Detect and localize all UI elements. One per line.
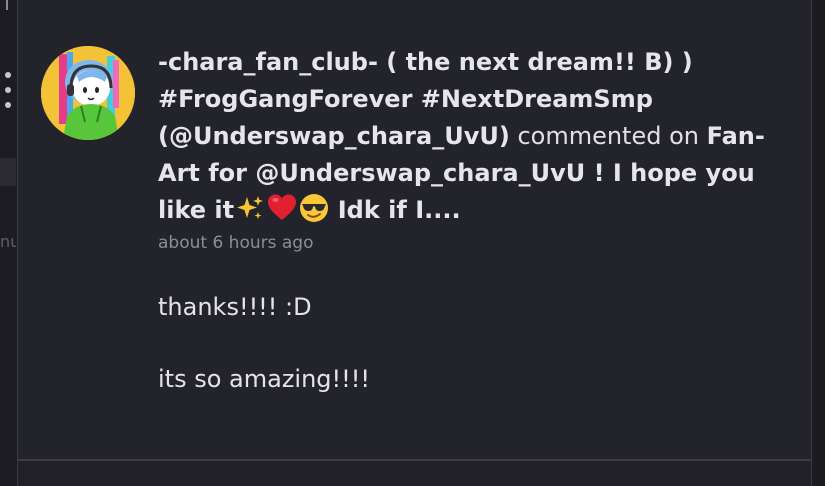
- red-heart-emoji-icon: [268, 194, 297, 220]
- notification-content: -chara_fan_club- ( the next dream!! B) )…: [158, 44, 778, 433]
- notification-headline[interactable]: -chara_fan_club- ( the next dream!! B) )…: [158, 44, 778, 229]
- avatar[interactable]: [41, 46, 135, 140]
- comment-line: thanks!!!! :D: [158, 293, 312, 321]
- sidebar-selected-row[interactable]: [0, 158, 16, 186]
- comment-line: its so amazing!!!!: [158, 365, 371, 393]
- sidebar-text-fragment: nu: [0, 232, 16, 251]
- next-notification-card[interactable]: [17, 461, 812, 486]
- avatar-image: [41, 46, 135, 140]
- notification-page: nu -chara_fan_club- (the next dream!! B…: [0, 0, 825, 486]
- more-options-icon[interactable]: [3, 72, 13, 108]
- notification-timestamp: about 6 hours ago: [158, 233, 314, 253]
- sidebar-edge-tick: [6, 0, 8, 10]
- sunglasses-face-emoji-icon: [300, 194, 329, 222]
- sparkles-emoji-icon: [237, 196, 264, 219]
- action-text: commented on: [517, 122, 699, 150]
- post-title-tail[interactable]: Idk if I....: [338, 196, 461, 224]
- comment-body: thanks!!!! :D its so amazing!!!!: [158, 289, 778, 397]
